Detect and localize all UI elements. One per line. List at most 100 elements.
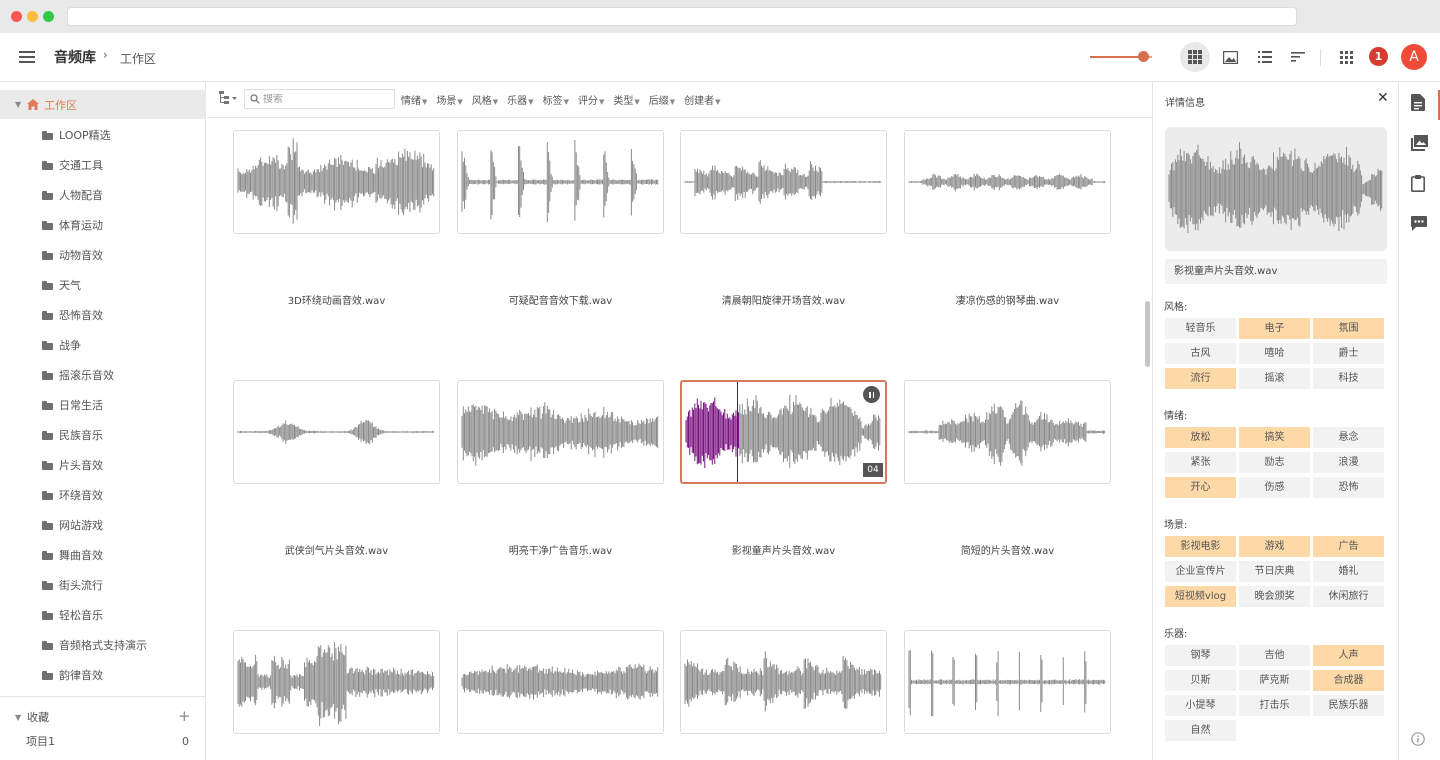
grid-scrollbar[interactable] [1143,118,1152,760]
chevron-down-icon[interactable]: ▼ [15,713,21,722]
tag-chip[interactable]: 伤感 [1239,477,1310,498]
audio-card-name[interactable]: 清晨朝阳旋律开场音效.wav [680,292,887,307]
tag-chip[interactable]: 民族乐器 [1313,695,1384,716]
tag-chip[interactable]: 悬念 [1313,427,1384,448]
breadcrumb[interactable]: 工作区 [120,50,156,67]
tag-chip[interactable]: 合成器 [1313,670,1384,691]
tag-chip[interactable]: 节日庆典 [1239,561,1310,582]
scrollbar-thumb[interactable] [1145,301,1150,367]
tag-chip[interactable]: 电子 [1239,318,1310,339]
details-tab-button[interactable] [1411,94,1429,112]
sidebar-item-folder[interactable]: 舞曲音效 [0,540,206,570]
audio-card-name[interactable]: 可疑配音音效下载.wav [457,292,664,307]
tag-chip[interactable]: 萨克斯 [1239,670,1310,691]
tag-chip[interactable]: 紧张 [1165,452,1236,473]
menu-icon[interactable] [19,51,35,63]
thumbnail-size-slider[interactable] [1090,51,1152,62]
tag-chip[interactable]: 爵士 [1313,343,1384,364]
tag-chip[interactable]: 轻音乐 [1165,318,1236,339]
sidebar-item-folder[interactable]: 人物配音 [0,180,206,210]
sidebar-item-folder[interactable]: 民族音乐 [0,420,206,450]
audio-card[interactable]: 04 [680,380,887,484]
sort-button[interactable] [1283,42,1313,72]
sidebar-item-workspace[interactable]: ▼ 工作区 [0,90,206,119]
audio-card[interactable] [904,630,1111,734]
filter-dropdown[interactable]: 标签▼ [543,92,569,107]
slider-handle[interactable] [1138,51,1150,62]
audio-card[interactable] [233,630,440,734]
image-view-button[interactable] [1215,42,1245,72]
tag-chip[interactable]: 贝斯 [1165,670,1236,691]
tag-chip[interactable]: 自然 [1165,720,1236,741]
comments-tab-button[interactable] [1411,216,1429,234]
filter-dropdown[interactable]: 类型▼ [613,92,639,107]
info-button[interactable] [1411,732,1429,750]
sidebar-item-folder[interactable]: LOOP精选 [0,120,206,150]
favorite-item[interactable]: 项目1 0 [0,731,206,751]
avatar[interactable]: A [1401,44,1427,70]
search-input[interactable] [263,93,383,105]
add-favorite-icon[interactable]: + [178,707,191,725]
tag-chip[interactable]: 婚礼 [1313,561,1384,582]
audio-card-name[interactable]: 简短的片头音效.wav [904,542,1111,557]
tag-chip[interactable]: 搞笑 [1239,427,1310,448]
tag-chip[interactable]: 氛围 [1313,318,1384,339]
audio-card-name[interactable]: 凄凉伤感的钢琴曲.wav [904,292,1111,307]
sidebar-item-folder[interactable]: 恐怖音效 [0,300,206,330]
maximize-window-button[interactable] [43,11,54,22]
filter-dropdown[interactable]: 情绪▼ [401,92,427,107]
tag-chip[interactable]: 广告 [1313,536,1384,557]
filter-dropdown[interactable]: 评分▼ [578,92,604,107]
audio-card[interactable] [233,130,440,234]
address-bar[interactable] [67,7,1297,26]
sidebar-item-folder[interactable]: 音频格式支持演示 [0,630,206,660]
sidebar-item-folder[interactable]: 片头音效 [0,450,206,480]
sidebar-item-folder[interactable]: 环绕音效 [0,480,206,510]
tag-chip[interactable]: 摇滚 [1239,368,1310,389]
chevron-down-icon[interactable]: ▼ [15,100,21,109]
sidebar-item-folder[interactable]: 街头流行 [0,570,206,600]
sidebar-item-folder[interactable]: 韵律音效 [0,660,206,690]
tag-chip[interactable]: 开心 [1165,477,1236,498]
audio-card-name[interactable]: 影视童声片头音效.wav [680,542,887,557]
sidebar-item-folder[interactable]: 动物音效 [0,240,206,270]
audio-card[interactable] [457,380,664,484]
audio-card[interactable] [457,130,664,234]
tag-chip[interactable]: 恐怖 [1313,477,1384,498]
sidebar-item-folder[interactable]: 轻松音乐 [0,600,206,630]
filter-dropdown[interactable]: 风格▼ [472,92,498,107]
tag-chip[interactable]: 嘻哈 [1239,343,1310,364]
sidebar-item-folder[interactable]: 交通工具 [0,150,206,180]
filter-dropdown[interactable]: 乐器▼ [507,92,533,107]
tag-chip[interactable]: 浪漫 [1313,452,1384,473]
audio-card-name[interactable]: 明亮干净广告音乐.wav [457,542,664,557]
audio-card[interactable] [457,630,664,734]
folder-tree-toggle[interactable] [219,91,239,108]
sidebar-item-folder[interactable]: 天气 [0,270,206,300]
tag-chip[interactable]: 短视频vlog [1165,586,1236,607]
audio-card[interactable] [904,380,1111,484]
filter-dropdown[interactable]: 场景▼ [436,92,462,107]
filter-dropdown[interactable]: 后缀▼ [649,92,675,107]
tag-chip[interactable]: 打击乐 [1239,695,1310,716]
notification-badge[interactable]: 1 [1369,47,1388,66]
sidebar-item-folder[interactable]: 日常生活 [0,390,206,420]
close-icon[interactable]: ✕ [1377,90,1389,106]
audio-card-name[interactable]: 武侠剑气片头音效.wav [233,542,440,557]
grid-view-button[interactable] [1180,42,1210,72]
favorites-header[interactable]: ▼ 收藏 [0,706,206,728]
filter-dropdown[interactable]: 创建者▼ [684,92,720,107]
pause-button[interactable] [863,386,880,403]
tag-chip[interactable]: 放松 [1165,427,1236,448]
tag-chip[interactable]: 人声 [1313,645,1384,666]
close-window-button[interactable] [11,11,22,22]
audio-card[interactable] [904,130,1111,234]
tag-chip[interactable]: 影视电影 [1165,536,1236,557]
playhead[interactable] [736,382,738,482]
tag-chip[interactable]: 流行 [1165,368,1236,389]
details-filename[interactable]: 影视童声片头音效.wav [1165,259,1387,284]
sidebar-item-folder[interactable]: 摇滚乐音效 [0,360,206,390]
audio-card-name[interactable]: 3D环绕动画音效.wav [233,292,440,307]
tag-chip[interactable]: 休闲旅行 [1313,586,1384,607]
minimize-window-button[interactable] [27,11,38,22]
